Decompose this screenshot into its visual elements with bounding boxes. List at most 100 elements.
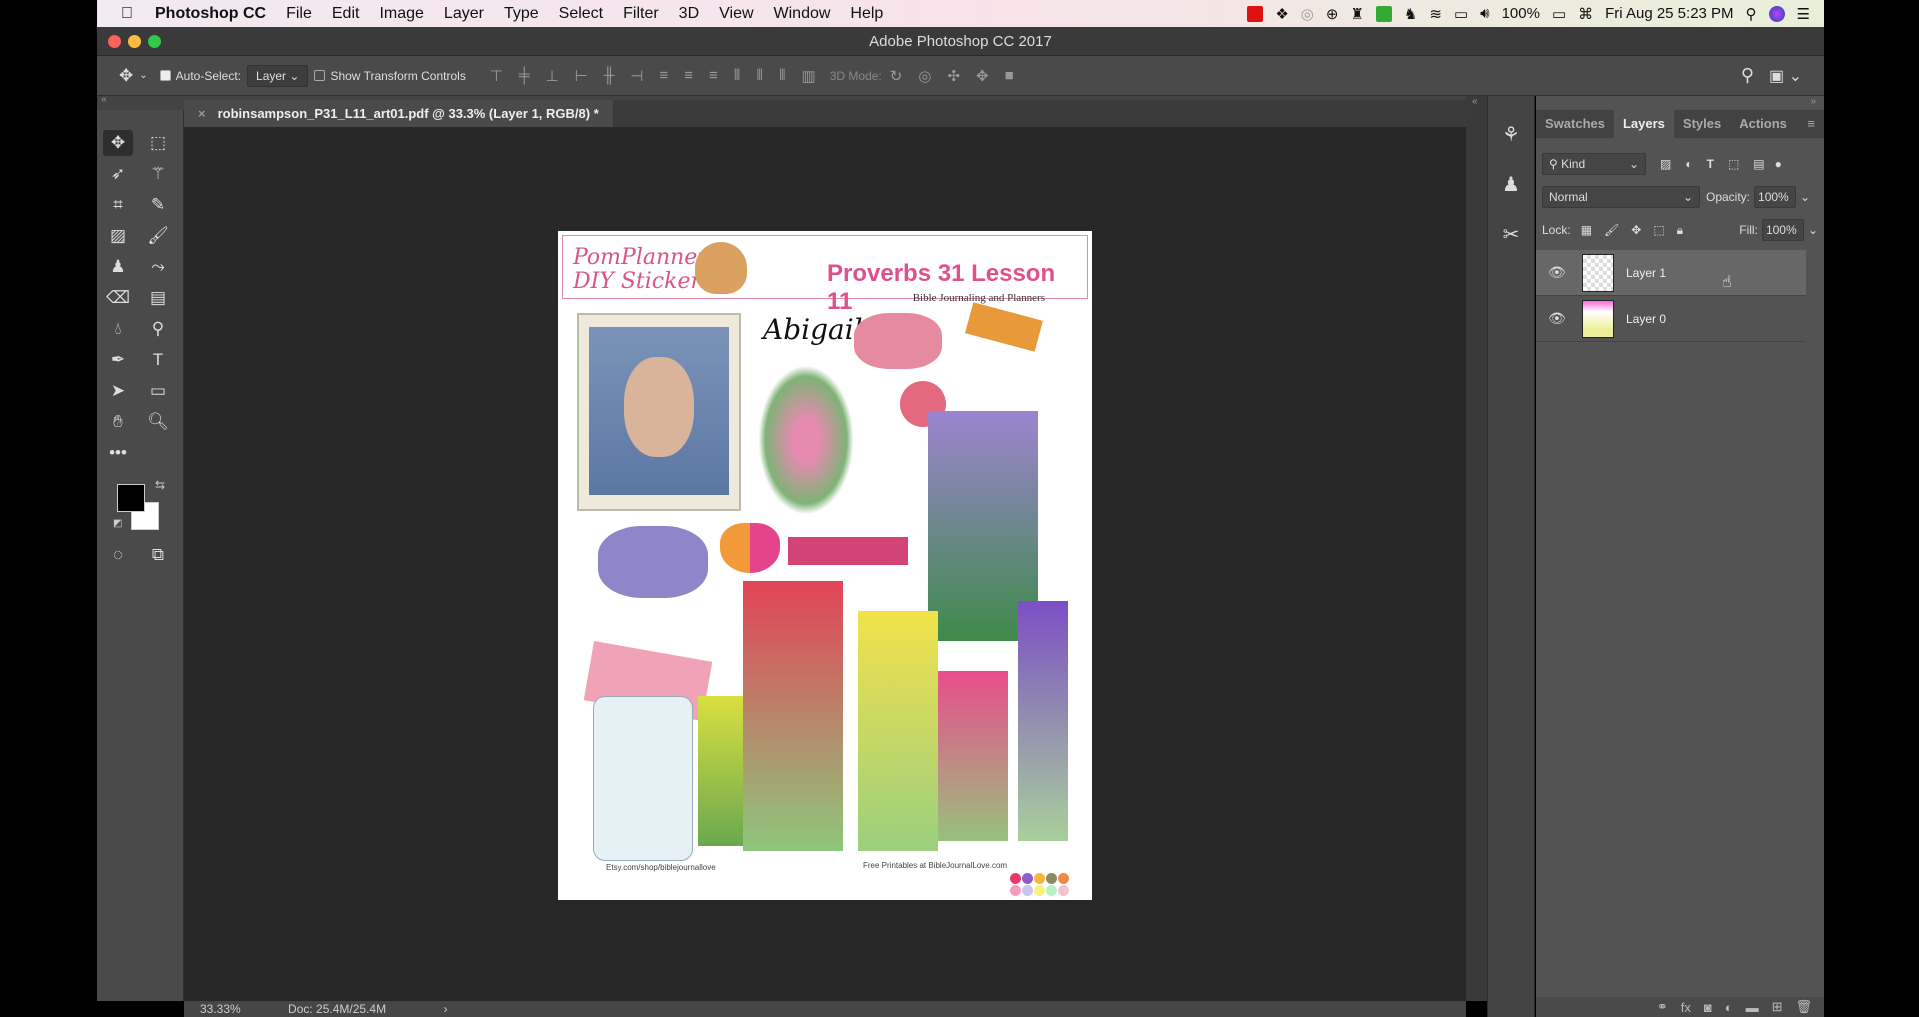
- auto-select-dropdown[interactable]: Layer ⌄: [247, 65, 308, 87]
- filter-type-icon[interactable]: T: [1707, 157, 1714, 171]
- new-group-icon[interactable]: ▬: [1746, 1000, 1759, 1015]
- foreground-color-front[interactable]: [117, 484, 145, 512]
- marquee-tool[interactable]: ⬚: [143, 130, 173, 156]
- eraser-tool[interactable]: ⌫: [103, 285, 133, 311]
- zoom-tool[interactable]: 🔍︎: [143, 409, 173, 435]
- siri-icon[interactable]: [1769, 6, 1785, 22]
- menu-view[interactable]: View: [719, 5, 753, 23]
- layer-row-layer-0[interactable]: 👁︎ Layer 0: [1536, 296, 1806, 342]
- battery-text[interactable]: 100%: [1502, 5, 1540, 22]
- visibility-eye-icon[interactable]: 👁︎: [1548, 310, 1570, 327]
- clone-stamp-tool[interactable]: ♟: [103, 254, 133, 280]
- filter-pixel-icon[interactable]: ▨: [1660, 157, 1671, 171]
- 3d-pan-icon[interactable]: ✣: [947, 67, 960, 85]
- lock-artboard-icon[interactable]: ⬚: [1653, 223, 1664, 237]
- apple-icon[interactable]: : [121, 5, 133, 23]
- fx-icon[interactable]: fx: [1681, 1000, 1691, 1015]
- add-mask-icon[interactable]: ◙: [1704, 1000, 1712, 1015]
- fill-chevron-icon[interactable]: ⌄: [1808, 223, 1818, 237]
- zoom-level[interactable]: 33.33%: [200, 1002, 241, 1016]
- distribute-vcenter-icon[interactable]: ≡: [684, 67, 693, 84]
- screen-mode-icon[interactable]: ⧉: [143, 542, 173, 568]
- more-tools-icon[interactable]: •••: [103, 440, 133, 466]
- menu-app[interactable]: Photoshop CC: [155, 5, 266, 23]
- document-canvas[interactable]: PomPlannerDIY Stickers Proverbs 31 Lesso…: [558, 231, 1092, 900]
- menu-select[interactable]: Select: [559, 5, 603, 23]
- status-menu-icon[interactable]: ›: [443, 1002, 447, 1016]
- volume-icon[interactable]: 🔊︎: [1480, 5, 1489, 22]
- distribute-hcenter-icon[interactable]: ⦀: [756, 67, 763, 84]
- eyedropper-tool[interactable]: ✎: [143, 192, 173, 218]
- spotlight-icon[interactable]: ⚲: [1746, 5, 1757, 23]
- dodge-tool[interactable]: ⚲: [143, 316, 173, 342]
- panel-menu-icon[interactable]: ≡: [1798, 110, 1824, 138]
- distribute-left-icon[interactable]: ⦀: [734, 67, 741, 84]
- adjustment-layer-icon[interactable]: ◐: [1725, 1000, 1733, 1015]
- clock[interactable]: Fri Aug 25 5:23 PM: [1605, 5, 1733, 22]
- align-bottom-icon[interactable]: ⊥: [546, 67, 559, 85]
- lock-transparent-icon[interactable]: ▦: [1581, 223, 1592, 237]
- fill-input[interactable]: 100%: [1762, 219, 1804, 241]
- opacity-chevron-icon[interactable]: ⌄: [1800, 190, 1810, 204]
- default-colors-icon[interactable]: ◩: [113, 518, 122, 529]
- search-icon[interactable]: ⚲: [1741, 65, 1754, 86]
- expand-icon[interactable]: «: [1472, 96, 1478, 107]
- creative-cloud-icon[interactable]: ◎: [1301, 5, 1314, 23]
- distribute-top-icon[interactable]: ≡: [659, 67, 668, 84]
- lock-image-icon[interactable]: 🖌︎: [1604, 223, 1619, 237]
- filter-kind-dropdown[interactable]: ⚲ Kind ⌄: [1542, 153, 1646, 175]
- layer-name[interactable]: Layer 1: [1626, 266, 1666, 280]
- lasso-tool[interactable]: ➶: [103, 161, 133, 187]
- close-tab-icon[interactable]: ×: [198, 106, 206, 121]
- clone-source-icon[interactable]: ♟: [1494, 168, 1528, 202]
- align-right-icon[interactable]: ⊣: [630, 67, 643, 85]
- minimize-window-button[interactable]: [128, 35, 141, 48]
- dropbox-icon[interactable]: ❖: [1275, 5, 1288, 23]
- brush-tool[interactable]: 🖌︎: [143, 223, 173, 249]
- auto-align-icon[interactable]: ▥: [802, 67, 816, 85]
- notification-icon[interactable]: ☰: [1797, 5, 1810, 23]
- gradient-tool[interactable]: ▤: [143, 285, 173, 311]
- lock-all-icon[interactable]: 🔒︎: [1677, 223, 1683, 238]
- opacity-input[interactable]: 100%: [1754, 186, 1796, 208]
- blur-tool[interactable]: 💧︎: [103, 316, 133, 342]
- menu-help[interactable]: Help: [850, 5, 883, 23]
- show-transform-checkbox[interactable]: [314, 70, 325, 81]
- distribute-bottom-icon[interactable]: ≡: [709, 67, 718, 84]
- quick-mask-icon[interactable]: ◌: [103, 542, 133, 568]
- blend-mode-dropdown[interactable]: Normal⌄: [1542, 186, 1700, 208]
- menu-layer[interactable]: Layer: [444, 5, 484, 23]
- chevron-down-icon[interactable]: ⌄: [139, 70, 147, 81]
- path-selection-tool[interactable]: ➤: [103, 378, 133, 404]
- wifi-icon[interactable]: ≋: [1429, 5, 1442, 23]
- workspace-icon[interactable]: ▣ ⌄: [1769, 66, 1802, 86]
- move-tool[interactable]: ✥: [103, 130, 133, 156]
- hand-tool[interactable]: ✋︎: [103, 409, 133, 435]
- layer-row-layer-1[interactable]: 👁︎ Layer 1 ☝︎: [1536, 250, 1806, 296]
- broom-icon[interactable]: ♜: [1350, 5, 1363, 23]
- align-hcenter-icon[interactable]: ╫: [604, 67, 615, 84]
- rectangle-tool[interactable]: ▭: [143, 378, 173, 404]
- distribute-right-icon[interactable]: ⦀: [779, 67, 786, 84]
- tools-icon[interactable]: ✂: [1494, 218, 1528, 252]
- auto-select-checkbox[interactable]: [160, 70, 171, 81]
- 3d-orbit-icon[interactable]: ↻: [890, 67, 903, 85]
- new-layer-icon[interactable]: ⊞: [1772, 999, 1783, 1015]
- align-left-icon[interactable]: ⊢: [575, 67, 588, 85]
- align-top-icon[interactable]: ⊤: [490, 67, 503, 85]
- menu-filter[interactable]: Filter: [623, 5, 659, 23]
- filter-smart-object-icon[interactable]: ▤: [1753, 157, 1764, 171]
- menu-image[interactable]: Image: [379, 5, 423, 23]
- tab-actions[interactable]: Actions: [1730, 110, 1796, 138]
- menu-edit[interactable]: Edit: [332, 5, 360, 23]
- panel-collapse-icon[interactable]: »: [1810, 96, 1816, 107]
- green-app-icon[interactable]: [1376, 6, 1392, 22]
- close-window-button[interactable]: [108, 35, 121, 48]
- tab-swatches[interactable]: Swatches: [1536, 110, 1614, 138]
- evernote-icon[interactable]: ♞: [1404, 5, 1417, 23]
- move-tool-icon[interactable]: ✥: [119, 66, 133, 86]
- swap-colors-icon[interactable]: ⇆: [155, 478, 165, 492]
- keyboard-icon[interactable]: ⌘: [1578, 5, 1593, 23]
- recorder-icon[interactable]: [1247, 6, 1263, 22]
- tab-layers[interactable]: Layers: [1614, 110, 1674, 138]
